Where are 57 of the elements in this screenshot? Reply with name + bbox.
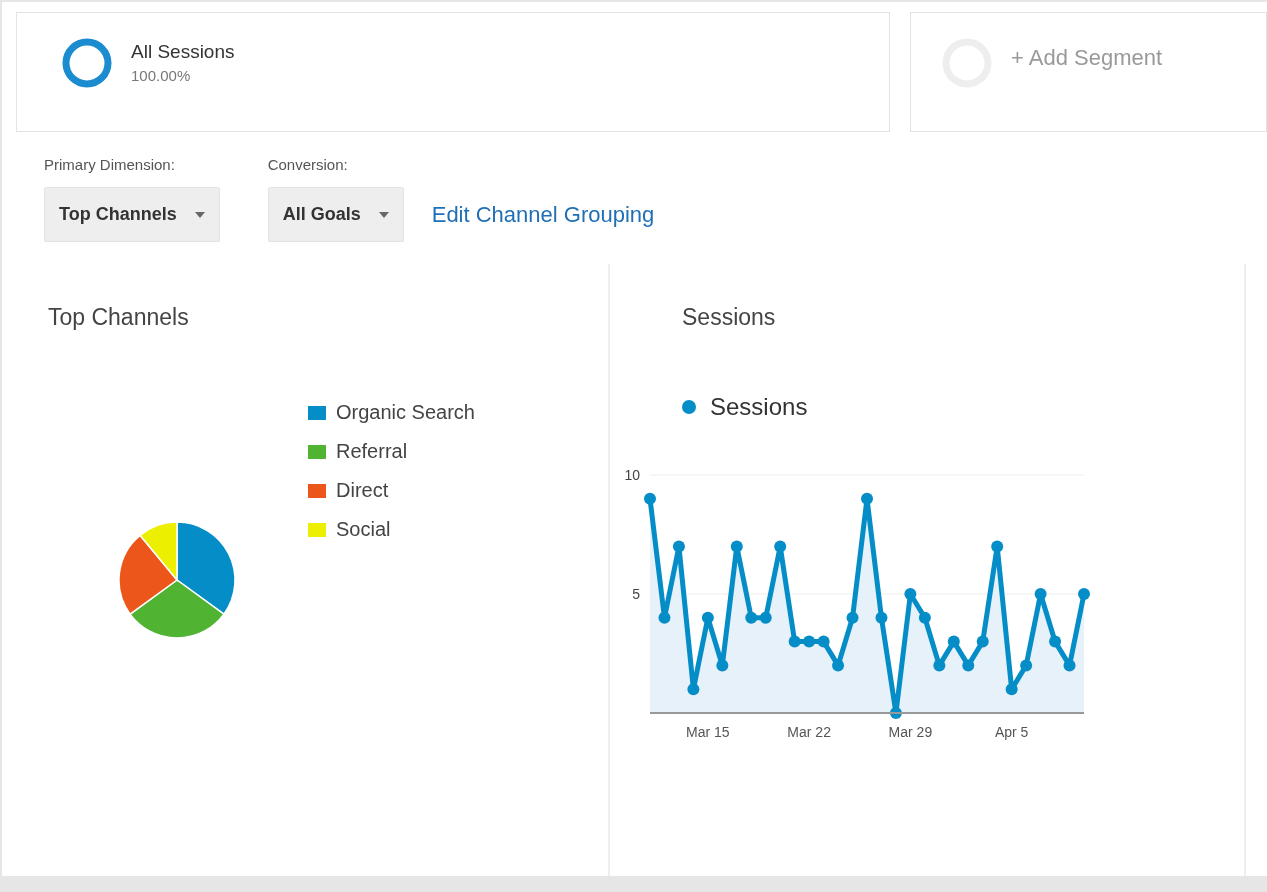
data-point (730, 540, 743, 553)
data-point (716, 659, 729, 672)
axis-label: Mar 15 (686, 724, 730, 740)
data-point (1020, 659, 1033, 672)
legend-label: Direct (336, 479, 389, 502)
data-point (991, 540, 1004, 553)
caret-icon (378, 211, 389, 218)
ring-icon (61, 37, 113, 89)
data-point (1078, 588, 1090, 600)
data-point (644, 492, 656, 505)
data-point (687, 683, 700, 696)
edit-link[interactable]: Edit Channel Grouping (431, 202, 655, 242)
data-point (788, 635, 801, 648)
data-point (658, 611, 671, 624)
data-point (947, 635, 960, 648)
data-point (976, 635, 989, 648)
legend-label: Social (336, 518, 391, 541)
data-point (1063, 659, 1076, 672)
axis-label: 5 (632, 586, 640, 602)
data-point (889, 707, 902, 719)
legend-label: Referral (336, 440, 408, 463)
axis-label: Apr 5 (994, 724, 1029, 740)
data-point (846, 611, 859, 624)
field-label: Primary Dimension: (44, 156, 176, 173)
panel-title: Sessions (682, 304, 777, 331)
legend-dot (682, 400, 696, 414)
panel-title: Top Channels (48, 304, 190, 331)
data-point (904, 588, 917, 600)
segment-name: All Sessions (131, 41, 235, 63)
data-point (918, 611, 931, 624)
data-point (672, 540, 685, 553)
data-point (759, 611, 772, 624)
dropdown[interactable]: Top Channels (44, 187, 220, 242)
legend-label: Sessions (710, 393, 808, 421)
data-point (745, 611, 758, 624)
field-label: Conversion: (267, 156, 349, 173)
axis-label: 10 (624, 467, 640, 483)
axis-label: Mar 29 (888, 724, 933, 740)
segment-card[interactable]: All Sessions 100.00% (16, 12, 890, 132)
data-point (933, 659, 946, 672)
data-point (803, 635, 816, 648)
segment-name: + Add Segment (1011, 45, 1163, 71)
data-point (817, 635, 830, 648)
axis-label: Mar 22 (787, 724, 831, 740)
caret-icon (194, 211, 205, 218)
data-point (701, 611, 714, 624)
legend-label: Organic Search (336, 401, 475, 424)
data-point (875, 611, 888, 624)
data-point (774, 540, 787, 553)
data-point (861, 492, 873, 505)
data-point (832, 659, 845, 672)
segment-percent: 100.00% (131, 67, 192, 84)
dropdown[interactable]: All Goals (267, 187, 404, 242)
data-point (1049, 635, 1062, 648)
data-point (962, 659, 975, 672)
data-point (1005, 683, 1018, 696)
data-point (1034, 588, 1047, 600)
